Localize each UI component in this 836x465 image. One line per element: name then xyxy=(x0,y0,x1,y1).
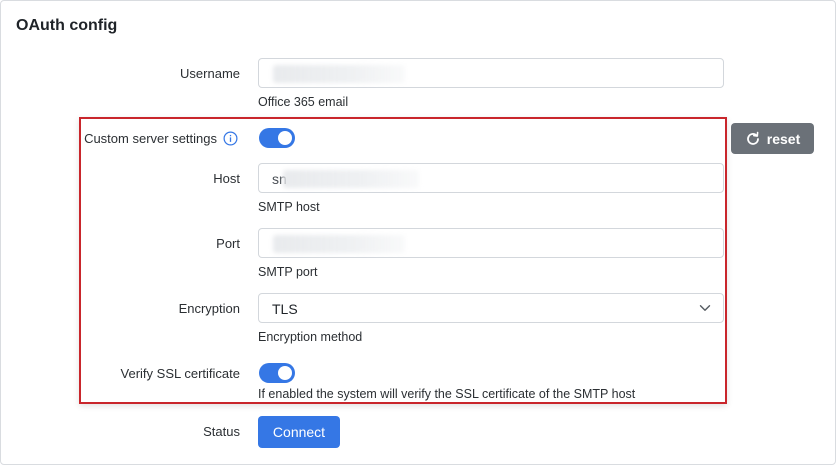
username-input[interactable] xyxy=(258,58,724,88)
redacted-value xyxy=(283,170,419,188)
redacted-value xyxy=(273,65,405,83)
verify-ssl-help: If enabled the system will verify the SS… xyxy=(258,387,636,401)
reset-button[interactable]: reset xyxy=(731,123,814,154)
redacted-value xyxy=(273,235,405,253)
refresh-icon xyxy=(746,131,759,145)
encryption-label: Encryption xyxy=(178,301,240,316)
encryption-select[interactable]: TLS xyxy=(258,293,724,323)
custom-server-toggle[interactable] xyxy=(259,128,295,148)
host-input[interactable]: sn xyxy=(258,163,724,193)
port-help: SMTP port xyxy=(258,265,318,279)
reset-button-label: reset xyxy=(766,130,801,147)
verify-ssl-label: Verify SSL certificate xyxy=(120,366,240,381)
panel-title: OAuth config xyxy=(16,17,118,34)
username-label: Username xyxy=(180,66,240,81)
host-label: Host xyxy=(213,171,240,186)
status-label: Status xyxy=(203,424,240,439)
oauth-config-panel: OAuth config Username Office 365 email C… xyxy=(0,0,836,465)
custom-server-label: Custom server settings xyxy=(84,131,217,146)
custom-settings-highlight xyxy=(79,117,727,404)
toggle-knob xyxy=(278,366,292,380)
username-help: Office 365 email xyxy=(258,95,349,109)
encryption-selected-value: TLS xyxy=(272,301,298,317)
toggle-knob xyxy=(278,131,292,145)
connect-button[interactable]: Connect xyxy=(258,416,340,448)
chevron-down-icon xyxy=(699,305,711,311)
verify-ssl-toggle[interactable] xyxy=(259,363,295,383)
host-help: SMTP host xyxy=(258,200,320,214)
port-label: Port xyxy=(216,236,240,251)
encryption-help: Encryption method xyxy=(258,330,363,344)
info-icon[interactable] xyxy=(223,131,238,146)
port-input[interactable] xyxy=(258,228,724,258)
